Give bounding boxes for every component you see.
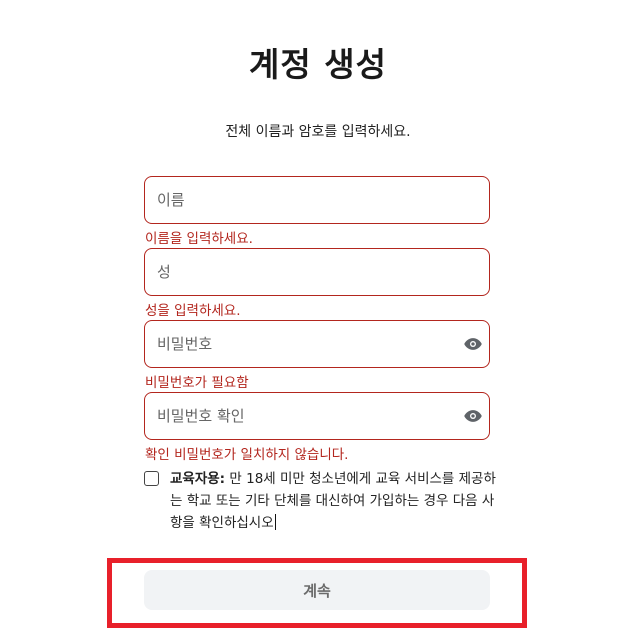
first-name-error: 이름을 입력하세요. bbox=[145, 231, 253, 247]
last-name-error: 성을 입력하세요. bbox=[145, 303, 241, 319]
page-title: 계정 생성 bbox=[249, 45, 387, 84]
educator-label: 교육자용: 만 18세 미만 청소년에게 교육 서비스를 제공하는 학교 또는 … bbox=[170, 468, 496, 534]
educator-checkbox-row: 교육자용: 만 18세 미만 청소년에게 교육 서비스를 제공하는 학교 또는 … bbox=[144, 468, 496, 534]
first-name-field bbox=[144, 176, 490, 224]
continue-button[interactable]: 계속 bbox=[144, 570, 490, 610]
last-name-field bbox=[144, 248, 490, 296]
first-name-input[interactable] bbox=[157, 177, 457, 223]
confirm-password-field bbox=[144, 392, 490, 440]
page-subtitle: 전체 이름과 암호를 입력하세요. bbox=[225, 124, 411, 140]
confirm-password-input[interactable] bbox=[157, 393, 457, 439]
create-account-page: 계정 생성 전체 이름과 암호를 입력하세요. 이름을 입력하세요. 성을 입력… bbox=[0, 0, 636, 636]
password-error: 비밀번호가 필요함 bbox=[145, 375, 249, 391]
educator-checkbox[interactable] bbox=[144, 471, 159, 486]
eye-icon[interactable] bbox=[463, 406, 483, 426]
eye-icon[interactable] bbox=[463, 334, 483, 354]
educator-label-bold: 교육자용: bbox=[170, 471, 226, 487]
confirm-password-error: 확인 비밀번호가 일치하지 않습니다. bbox=[145, 447, 349, 463]
last-name-input[interactable] bbox=[157, 249, 457, 295]
password-input[interactable] bbox=[157, 321, 457, 367]
text-caret bbox=[274, 514, 276, 530]
password-field bbox=[144, 320, 490, 368]
